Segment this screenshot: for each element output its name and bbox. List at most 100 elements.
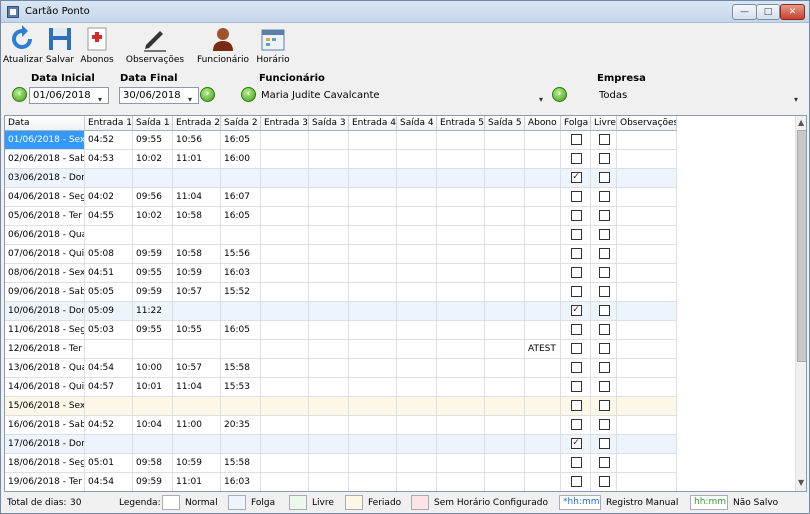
column-header[interactable]: Abono: [525, 116, 561, 131]
table-cell[interactable]: [349, 359, 397, 378]
table-cell[interactable]: [561, 264, 591, 283]
table-cell[interactable]: 04:54: [85, 473, 133, 491]
table-row[interactable]: 05/06/2018 - Ter 04:55 10:02 10:58 16:05: [5, 207, 680, 226]
table-cell[interactable]: [85, 397, 133, 416]
table-cell[interactable]: [525, 150, 561, 169]
table-cell[interactable]: [261, 340, 309, 359]
table-cell[interactable]: [437, 150, 485, 169]
table-row[interactable]: 06/06/2018 - Qua: [5, 226, 680, 245]
table-cell[interactable]: [617, 188, 677, 207]
table-cell[interactable]: [133, 169, 173, 188]
table-cell[interactable]: [173, 340, 221, 359]
table-cell[interactable]: [349, 454, 397, 473]
table-cell[interactable]: [261, 397, 309, 416]
table-row[interactable]: 14/06/2018 - Qui 04:57 10:01 11:04 15:53: [5, 378, 680, 397]
table-cell[interactable]: [261, 302, 309, 321]
funcionario-button[interactable]: Funcionário: [195, 25, 251, 65]
table-cell[interactable]: [485, 397, 525, 416]
table-cell[interactable]: 19/06/2018 - Ter: [5, 473, 85, 491]
table-cell[interactable]: [221, 397, 261, 416]
table-cell[interactable]: [261, 454, 309, 473]
table-cell[interactable]: 15/06/2018 - Sex: [5, 397, 85, 416]
table-cell[interactable]: 10:56: [173, 131, 221, 150]
table-cell[interactable]: [261, 207, 309, 226]
table-cell[interactable]: 16:00: [221, 150, 261, 169]
table-row[interactable]: 04/06/2018 - Seg 04:02 09:56 11:04 16:07: [5, 188, 680, 207]
table-row[interactable]: 15/06/2018 - Sex: [5, 397, 680, 416]
table-row[interactable]: 11/06/2018 - Seg 05:03 09:55 10:55 16:05: [5, 321, 680, 340]
table-cell[interactable]: [591, 435, 617, 454]
table-cell[interactable]: [349, 302, 397, 321]
livre-checkbox[interactable]: [598, 191, 610, 202]
table-row[interactable]: 13/06/2018 - Qua 04:54 10:00 10:57 15:58: [5, 359, 680, 378]
table-cell[interactable]: 14/06/2018 - Qui: [5, 378, 85, 397]
table-cell[interactable]: [261, 378, 309, 397]
table-cell[interactable]: [591, 131, 617, 150]
table-row[interactable]: 08/06/2018 - Sex 04:51 09:55 10:59 16:03: [5, 264, 680, 283]
table-cell[interactable]: [525, 283, 561, 302]
next-date-button[interactable]: ›: [200, 87, 215, 102]
table-cell[interactable]: [397, 397, 437, 416]
table-cell[interactable]: [561, 454, 591, 473]
table-cell[interactable]: [437, 340, 485, 359]
table-cell[interactable]: [617, 473, 677, 491]
table-cell[interactable]: [309, 150, 349, 169]
scroll-down-icon[interactable]: ▼: [798, 478, 804, 487]
table-cell[interactable]: 11:22: [133, 302, 173, 321]
table-cell[interactable]: 10:59: [173, 454, 221, 473]
folga-checkbox[interactable]: ✓: [570, 172, 582, 183]
table-cell[interactable]: [309, 435, 349, 454]
table-cell[interactable]: [617, 321, 677, 340]
table-cell[interactable]: 10:58: [173, 207, 221, 226]
table-cell[interactable]: [525, 207, 561, 226]
table-cell[interactable]: [561, 321, 591, 340]
table-cell[interactable]: [437, 226, 485, 245]
table-cell[interactable]: [349, 340, 397, 359]
vertical-scrollbar[interactable]: ▲ ▼: [795, 116, 806, 491]
table-cell[interactable]: 09:55: [133, 131, 173, 150]
table-cell[interactable]: [349, 150, 397, 169]
table-cell[interactable]: 04:54: [85, 359, 133, 378]
folga-checkbox[interactable]: [570, 191, 582, 202]
table-cell[interactable]: [349, 169, 397, 188]
livre-checkbox[interactable]: [598, 419, 610, 430]
table-cell[interactable]: [397, 226, 437, 245]
livre-checkbox[interactable]: [598, 267, 610, 278]
table-row[interactable]: 16/06/2018 - Sab 04:52 10:04 11:00 20:35: [5, 416, 680, 435]
table-cell[interactable]: 10:57: [173, 359, 221, 378]
table-cell[interactable]: 10:58: [173, 245, 221, 264]
save-button[interactable]: Salvar: [43, 25, 77, 65]
table-cell[interactable]: [397, 454, 437, 473]
table-cell[interactable]: [617, 340, 677, 359]
table-cell[interactable]: 13/06/2018 - Qua: [5, 359, 85, 378]
table-cell[interactable]: [437, 131, 485, 150]
livre-checkbox[interactable]: [598, 324, 610, 335]
table-cell[interactable]: 16:05: [221, 207, 261, 226]
livre-checkbox[interactable]: [598, 248, 610, 259]
table-cell[interactable]: 09:59: [133, 245, 173, 264]
table-cell[interactable]: [349, 321, 397, 340]
table-cell[interactable]: 16:07: [221, 188, 261, 207]
table-cell[interactable]: 04:55: [85, 207, 133, 226]
table-cell[interactable]: [591, 226, 617, 245]
table-cell[interactable]: [437, 169, 485, 188]
table-cell[interactable]: [85, 226, 133, 245]
table-cell[interactable]: [437, 321, 485, 340]
table-cell[interactable]: [437, 435, 485, 454]
column-header[interactable]: Entrada 3: [261, 116, 309, 131]
table-cell[interactable]: [485, 359, 525, 378]
table-cell[interactable]: 16:05: [221, 131, 261, 150]
table-cell[interactable]: 10:02: [133, 150, 173, 169]
table-cell[interactable]: [617, 359, 677, 378]
table-cell[interactable]: [561, 226, 591, 245]
folga-checkbox[interactable]: [570, 362, 582, 373]
table-cell[interactable]: [617, 397, 677, 416]
table-cell[interactable]: [617, 283, 677, 302]
table-cell[interactable]: 05:01: [85, 454, 133, 473]
table-cell[interactable]: 05/06/2018 - Ter: [5, 207, 85, 226]
table-cell[interactable]: 10:01: [133, 378, 173, 397]
table-cell[interactable]: [309, 454, 349, 473]
table-cell[interactable]: [309, 302, 349, 321]
table-cell[interactable]: [173, 435, 221, 454]
table-cell[interactable]: [485, 264, 525, 283]
